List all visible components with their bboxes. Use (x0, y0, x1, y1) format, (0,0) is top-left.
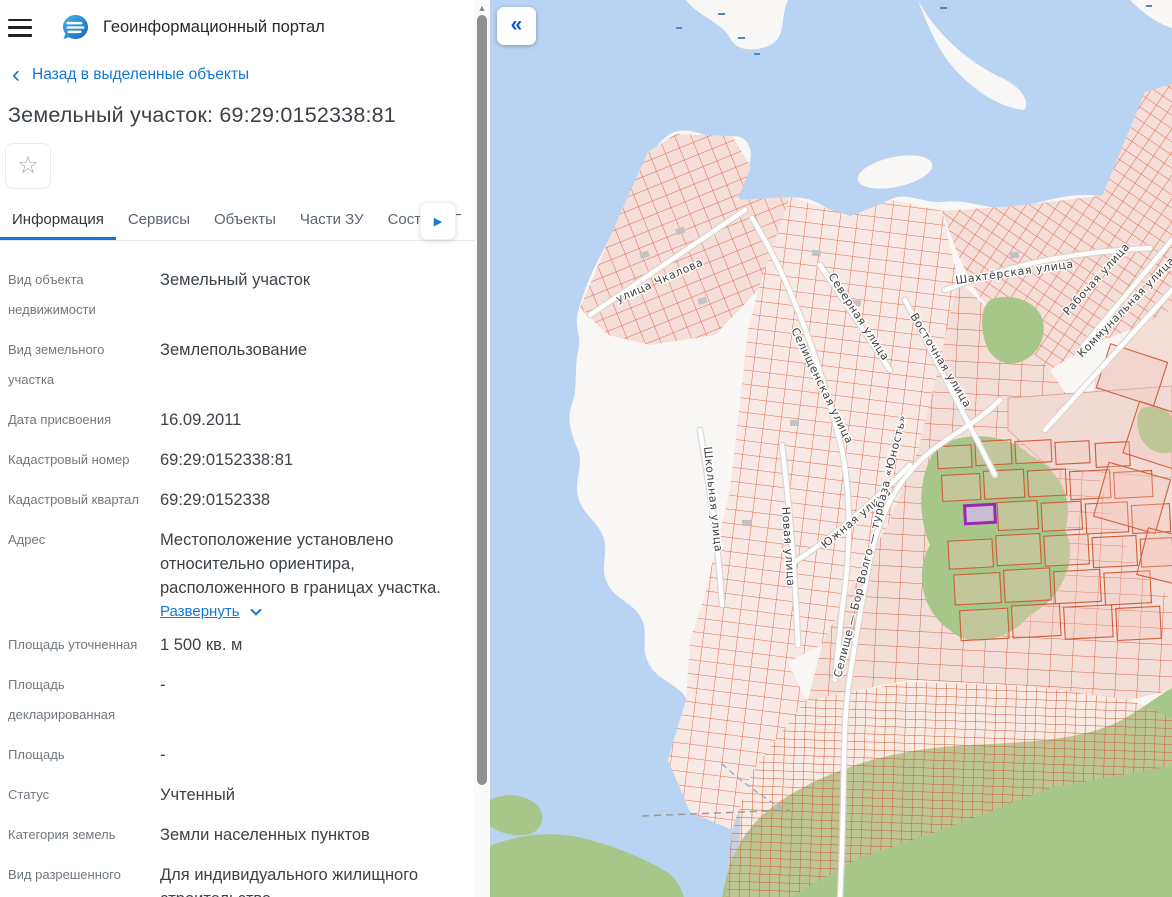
tab-0[interactable]: Информация (0, 202, 116, 240)
info-row-value: Земли населенных пунктов (160, 826, 370, 844)
info-row-value: Местоположение установлено относительно … (160, 531, 441, 597)
info-row-label: Вид объекта недвижимости (8, 272, 96, 317)
info-row-label: Вид земельного участка (8, 342, 105, 387)
info-row-value: 69:29:0152338:81 (160, 451, 294, 469)
info-row-label: Кадастровый квартал (8, 492, 139, 507)
info-row-label: Дата присвоения (8, 412, 112, 427)
back-link-label: Назад в выделенные объекты (32, 66, 250, 83)
info-row: Статус Учтенный (8, 780, 466, 810)
page-title: Земельный участок: 69:29:0152338:81 (8, 103, 396, 127)
info-row-value: Учтенный (160, 786, 235, 804)
collapse-sidebar-button[interactable]: « (497, 7, 536, 45)
info-list: Вид объекта недвижимости Земельный участо… (0, 241, 474, 897)
info-row: Вид разрешенного использования Для индиви… (8, 860, 466, 897)
back-link[interactable]: ‹ Назад в выделенные объекты (12, 61, 474, 88)
tab-1[interactable]: Сервисы (116, 202, 202, 240)
info-row: Дата присвоения 16.09.2011 (8, 405, 466, 435)
tab-2[interactable]: Объекты (202, 202, 288, 240)
tabs-row: Информация Сервисы Объекты Части ЗУ Соста Г ▶ (0, 202, 474, 241)
menu-icon[interactable] (8, 18, 32, 37)
info-row-value: - (160, 746, 166, 764)
app-title: Геоинформационный портал (103, 18, 325, 36)
selected-parcel-highlight[interactable] (962, 502, 998, 526)
info-row-label: Площадь (8, 747, 65, 762)
info-row-value: 1 500 кв. м (160, 636, 243, 654)
info-row: Категория земель Земли населенных пунктов (8, 820, 466, 850)
chevron-left-icon: ‹ (12, 61, 20, 88)
info-row: Площадь декларированная - (8, 670, 466, 730)
info-row-value: 16.09.2011 (160, 411, 242, 429)
info-row: Адрес Местоположение установлено относите… (8, 525, 466, 620)
tab-3[interactable]: Части ЗУ (288, 202, 376, 240)
info-row-label: Адрес (8, 532, 46, 547)
info-row-value: Земельный участок (160, 271, 311, 289)
tabs: Информация Сервисы Объекты Части ЗУ Соста Г (0, 202, 474, 241)
chevron-down-icon (249, 603, 262, 616)
geoportal-app: Геоинформационный портал ‹ Назад в выдел… (0, 0, 1172, 897)
info-row-label: Площадь уточненная (8, 637, 138, 652)
info-row-label: Кадастровый номер (8, 452, 130, 467)
info-row-value: Землепользование (160, 341, 308, 359)
info-row: Кадастровый номер 69:29:0152338:81 (8, 445, 466, 475)
map-pane[interactable]: « улица Чкалова Селищенская улица Северн… (490, 0, 1172, 897)
info-row-label: Вид разрешенного использования (8, 867, 121, 882)
info-row: Вид объекта недвижимости Земельный участо… (8, 265, 466, 325)
app-header: Геоинформационный портал (0, 0, 474, 41)
double-chevron-left-icon: « (510, 13, 523, 36)
info-row: Площадь уточненная 1 500 кв. м (8, 630, 466, 660)
info-row: Кадастровый квартал 69:29:0152338 (8, 485, 466, 515)
info-row-value: - (160, 676, 166, 694)
info-row-label: Статус (8, 787, 50, 802)
info-row-label: Площадь декларированная (8, 677, 116, 722)
tabs-overflow-button[interactable]: ▶ (420, 202, 456, 240)
info-row-label: Категория земель (8, 827, 116, 842)
expand-address-link[interactable]: Развернуть (160, 603, 240, 620)
info-row: Вид земельного участка Землепользование (8, 335, 466, 395)
info-row: Площадь - (8, 740, 466, 770)
info-row-value: 69:29:0152338 (160, 491, 271, 509)
star-icon: ☆ (17, 152, 39, 179)
triangle-right-icon: ▶ (433, 215, 443, 228)
sidebar-scrollbar[interactable]: ▲ (474, 0, 490, 897)
app-logo-icon (62, 14, 89, 40)
info-row-value: Для индивидуального жилищного строительс… (160, 866, 419, 897)
scrollbar-thumb[interactable] (477, 15, 487, 785)
map-canvas[interactable]: улица ЧкаловаСелищенская улицаСеверная у… (490, 0, 1172, 897)
sidebar-panel: Геоинформационный портал ‹ Назад в выдел… (0, 0, 490, 897)
favorite-button[interactable]: ☆ (5, 143, 51, 189)
scrollbar-up-arrow-icon[interactable]: ▲ (474, 1, 490, 15)
